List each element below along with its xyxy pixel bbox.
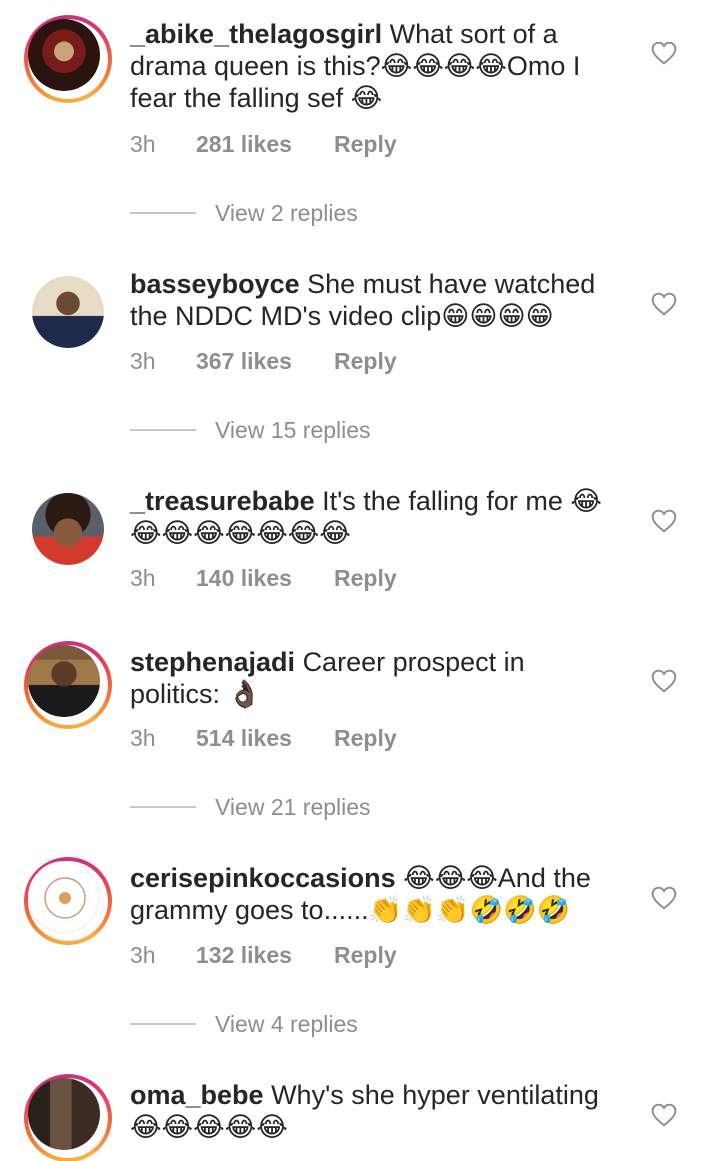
divider [130,806,196,808]
comment-meta: 3h 367 likes Reply [130,346,397,376]
comment-body-line: 😂😂😂😂😂 [130,1112,288,1142]
comment-meta: 3h 514 likes Reply [130,723,397,753]
avatar[interactable] [24,268,112,356]
brand-logo-icon [44,877,86,919]
view-replies-button[interactable]: View 21 replies [130,792,371,822]
comment-body-line: 😂😂😂😂😂😂😂 [130,518,351,548]
comment-text: _treasurebabe It's the falling for me 😂 … [130,485,620,549]
comment-body-line: fear the falling sef 😂 [130,83,383,113]
comment-likes[interactable]: 140 likes [196,563,334,593]
comment-text: stephenajadi Career prospect in politics… [130,646,620,710]
comment-likes[interactable]: 281 likes [196,129,334,159]
comment-likes[interactable]: 367 likes [196,346,334,376]
comment-body-line: Why's she hyper ventilating [271,1080,599,1110]
comment-username[interactable]: stephenajadi [130,647,295,677]
comment-text: basseyboyce She must have watched the ND… [130,268,620,332]
comment-body-line: Career prospect in [302,647,525,677]
comment-time: 3h [130,725,156,751]
comment-time: 3h [130,565,156,591]
heart-outline-icon[interactable] [651,509,677,533]
heart-outline-icon[interactable] [651,292,677,316]
comment-likes[interactable]: 514 likes [196,723,334,753]
comment-meta: 3h 140 likes Reply [130,563,397,593]
divider [130,1023,196,1025]
view-replies-label: View 4 replies [215,1010,358,1037]
comment-body-line: grammy goes to......👏👏👏🤣🤣🤣 [130,895,571,925]
avatar[interactable] [24,1074,112,1161]
divider [130,429,196,431]
view-replies-label: View 21 replies [215,793,371,820]
avatar[interactable] [24,485,112,573]
view-replies-label: View 15 replies [215,416,371,443]
comment-text: oma_bebe Why's she hyper ventilating 😂😂😂… [130,1079,620,1143]
view-replies-button[interactable]: View 2 replies [130,198,358,228]
comment-text: cerisepinkoccasions 😂😂😂And the grammy go… [130,862,620,926]
comment-time: 3h [130,348,156,374]
comment-username[interactable]: basseyboyce [130,269,300,299]
reply-button[interactable]: Reply [334,563,397,593]
comment-meta: 3h 281 likes Reply [130,129,397,159]
heart-outline-icon[interactable] [651,669,677,693]
comment-text: _abike_thelagosgirl What sort of a drama… [130,18,620,114]
view-replies-button[interactable]: View 4 replies [130,1009,358,1039]
comment-body-line: It's the falling for me 😂 [322,486,602,516]
avatar[interactable] [24,857,112,945]
heart-outline-icon[interactable] [651,1103,677,1127]
reply-button[interactable]: Reply [334,129,397,159]
view-replies-label: View 2 replies [215,199,358,226]
comment-body-line: drama queen is this?😂😂😂😂Omo I [130,51,581,81]
reply-button[interactable]: Reply [334,723,397,753]
comment-meta: 3h 132 likes Reply [130,940,397,970]
avatar[interactable] [24,15,112,103]
comment-likes[interactable]: 132 likes [196,940,334,970]
comment-body-line: politics: 👌🏿 [130,679,262,709]
comment-username[interactable]: cerisepinkoccasions [130,863,396,893]
heart-outline-icon[interactable] [651,886,677,910]
comment-body-line: the NDDC MD's video clip😁😁😁😁 [130,301,554,331]
comment-body-line: 😂😂😂And the [403,863,591,893]
view-replies-button[interactable]: View 15 replies [130,415,371,445]
comment-body-line: What sort of a [389,19,558,49]
divider [130,212,196,214]
reply-button[interactable]: Reply [334,346,397,376]
comment-time: 3h [130,131,156,157]
avatar[interactable] [24,641,112,729]
comment-body-line: She must have watched [307,269,596,299]
reply-button[interactable]: Reply [334,940,397,970]
comment-username[interactable]: _treasurebabe [130,486,315,516]
comment-username[interactable]: _abike_thelagosgirl [130,19,382,49]
heart-outline-icon[interactable] [651,41,677,65]
comment-username[interactable]: oma_bebe [130,1080,264,1110]
comment-time: 3h [130,942,156,968]
